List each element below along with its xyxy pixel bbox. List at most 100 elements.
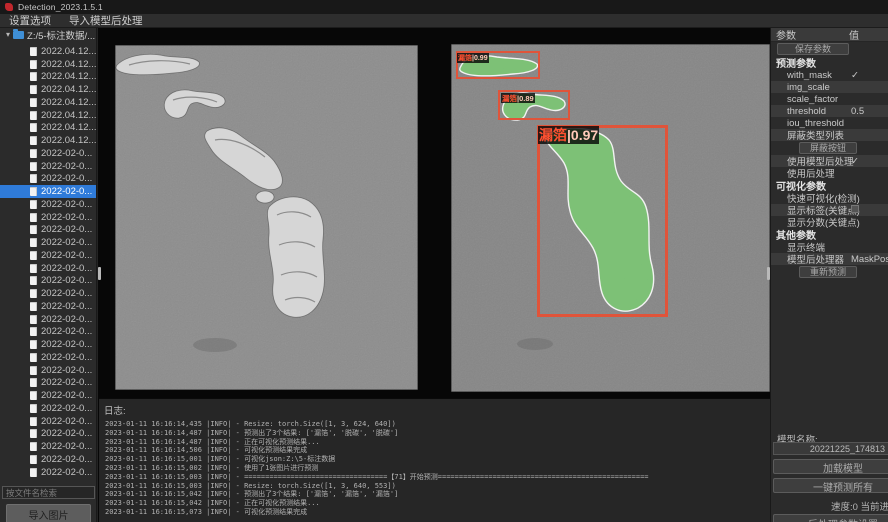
param-button[interactable]: 重新预测	[799, 266, 857, 278]
file-icon	[30, 200, 37, 209]
params-header-row: 参数 值	[771, 28, 888, 42]
predict-all-button[interactable]: 一键预测所有	[773, 478, 888, 493]
prediction-image-view[interactable]: 漏箔|0.99漏箔|0.89漏箔|0.97	[451, 44, 770, 392]
detection-box	[537, 125, 668, 317]
file-icon	[30, 378, 37, 387]
file-list-item[interactable]: 2022-02-0...	[0, 160, 96, 173]
import-images-button[interactable]: 导入图片	[6, 504, 91, 522]
postprocess-params-button[interactable]: 后处理参数设置	[773, 514, 888, 522]
params-section-header: 预测参数	[771, 56, 888, 69]
log-line: 2023-01-11 16:16:15,042 |INFO| - 预测出了3个结…	[105, 490, 768, 499]
file-list-item[interactable]: 2022-02-0...	[0, 211, 96, 224]
file-list-item[interactable]: 2022-02-0...	[0, 389, 96, 402]
file-name: 2022.04.12...	[41, 122, 96, 133]
file-list-item[interactable]: 2022.04.12...	[0, 96, 96, 109]
load-model-button[interactable]: 加载模型	[773, 459, 888, 474]
param-label: with_mask	[771, 70, 832, 81]
log-panel: 日志: 2023-01-11 16:16:14,435 |INFO| - Res…	[99, 398, 770, 522]
file-list-item[interactable]: 2022-02-0...	[0, 262, 96, 275]
detection-label: 漏箔|0.89	[501, 93, 535, 103]
file-name: 2022.04.12...	[41, 84, 96, 95]
param-label: 模型后处理器	[771, 252, 844, 266]
param-button[interactable]: 屏蔽按钮	[799, 142, 857, 154]
file-icon	[30, 429, 37, 438]
file-list-item[interactable]: 2022-02-0...	[0, 147, 96, 160]
file-list-item[interactable]: 2022-02-0...	[0, 275, 96, 288]
param-row[interactable]: with_mask✓	[771, 69, 888, 81]
app-logo-icon	[5, 3, 13, 11]
model-name-value[interactable]: 20221225_174813	[773, 442, 888, 455]
log-line: 2023-01-11 16:16:15,001 |INFO| - 可视化json…	[105, 455, 768, 464]
menu-settings[interactable]: 设置选项	[9, 13, 51, 28]
file-list-item[interactable]: 2022-02-0...	[0, 224, 96, 237]
file-list-item[interactable]: 2022-02-0...	[0, 440, 96, 453]
param-row[interactable]: 模型后处理器 MaskPostPro	[771, 253, 888, 265]
params-button-row: 保存参数	[771, 42, 888, 56]
file-icon	[30, 327, 37, 336]
file-list-item[interactable]: 2022-02-0...	[0, 428, 96, 441]
file-name: 2022.04.12...	[41, 71, 96, 82]
params-button-row: 屏蔽按钮	[771, 141, 888, 155]
file-icon	[30, 123, 37, 132]
tree-root-folder[interactable]: ▾ Z:/5-标注数据/...	[0, 28, 96, 42]
param-button[interactable]: 保存参数	[777, 43, 849, 55]
file-icon	[30, 60, 37, 69]
log-lines[interactable]: 2023-01-11 16:16:14,435 |INFO| - Resize:…	[105, 420, 768, 522]
file-list-item[interactable]: 2022.04.12...	[0, 83, 96, 96]
file-list-item[interactable]: 2022-02-0...	[0, 377, 96, 390]
file-icon	[30, 174, 37, 183]
file-list-item[interactable]: 2022-02-0...	[0, 300, 96, 313]
file-name: 2022.04.12...	[41, 110, 96, 121]
file-name: 2022-02-0...	[41, 250, 92, 261]
file-name: 2022-02-0...	[41, 326, 92, 337]
file-list-item[interactable]: 2022-02-0...	[0, 249, 96, 262]
param-value	[851, 205, 859, 216]
param-row[interactable]: 使用后处理	[771, 167, 888, 179]
file-list-item[interactable]: 2022.04.12...	[0, 122, 96, 135]
detection-class: 漏箔	[502, 93, 517, 104]
param-label: 使用后处理	[771, 166, 835, 180]
log-line: 2023-01-11 16:16:14,435 |INFO| - Resize:…	[105, 420, 768, 429]
file-list-item[interactable]: 2022-02-0...	[0, 402, 96, 415]
file-list-item[interactable]: 2022.04.12...	[0, 109, 96, 122]
window-title: Detection_2023.1.5.1	[18, 2, 103, 12]
param-label: 显示分数(关键点)	[771, 215, 860, 229]
file-list-item[interactable]: 2022.04.12...	[0, 71, 96, 84]
param-row[interactable]: 显示分数(关键点)	[771, 216, 888, 228]
param-value: MaskPostPro	[851, 254, 888, 265]
file-list-item[interactable]: 2022-02-0...	[0, 198, 96, 211]
file-name: 2022.04.12...	[41, 135, 96, 146]
param-row[interactable]: 屏蔽类型列表	[771, 129, 888, 141]
file-icon	[30, 340, 37, 349]
file-list-item[interactable]: 2022-02-0...	[0, 173, 96, 186]
file-list-item[interactable]: 2022-02-0...	[0, 236, 96, 249]
file-icon	[30, 315, 37, 324]
file-list-item[interactable]: 2022-02-0...	[0, 313, 96, 326]
file-list-item[interactable]: 2022.04.12...	[0, 134, 96, 147]
file-list-item[interactable]: 2022-02-0...	[0, 287, 96, 300]
file-list-item[interactable]: 2022.04.12...	[0, 58, 96, 71]
raw-image-view[interactable]	[115, 45, 418, 390]
checkbox[interactable]	[851, 205, 859, 213]
param-row[interactable]: img_scale	[771, 81, 888, 93]
splitter-handle-left[interactable]	[98, 267, 101, 280]
file-list-item[interactable]: 2022.04.12...	[0, 45, 96, 58]
speed-progress-status: 速度:0 当前进度	[831, 499, 888, 513]
file-list-item[interactable]: 2022-02-0...	[0, 338, 96, 351]
menu-import-model-postprocess[interactable]: 导入模型后处理	[69, 13, 143, 28]
file-list-item[interactable]: 2022-02-0...	[0, 453, 96, 466]
file-list-item[interactable]: 2022-02-0...	[0, 185, 96, 198]
file-icon	[30, 98, 37, 107]
file-list-item[interactable]: 2022-02-0...	[0, 415, 96, 428]
params-button-row: 重新预测	[771, 265, 888, 279]
file-list-item[interactable]: 2022-02-0...	[0, 364, 96, 377]
file-icon	[30, 417, 37, 426]
param-label: threshold	[771, 106, 826, 117]
param-row[interactable]: scale_factor	[771, 93, 888, 105]
file-list-item[interactable]: 2022-02-0...	[0, 351, 96, 364]
file-name: 2022-02-0...	[41, 314, 92, 325]
file-list-item[interactable]: 2022-02-0...	[0, 466, 96, 479]
param-row[interactable]: threshold0.5	[771, 105, 888, 117]
file-list-item[interactable]: 2022-02-0...	[0, 326, 96, 339]
filename-search-input[interactable]	[2, 486, 95, 499]
